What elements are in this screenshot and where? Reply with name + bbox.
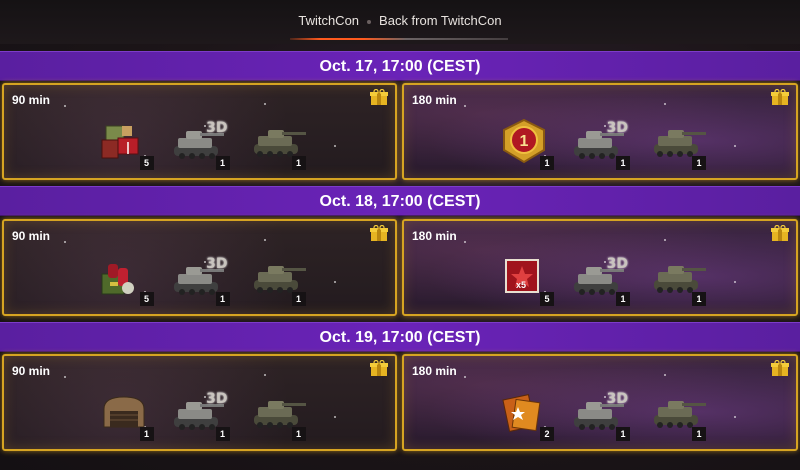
reward-box-icon xyxy=(369,224,389,243)
sparkle-decoration xyxy=(64,241,66,243)
item-count: 1 xyxy=(540,156,554,170)
item-count: 2 xyxy=(540,427,554,441)
reward-item[interactable]: 2 xyxy=(492,389,556,441)
reward-items: 1 1 3D 1 1 xyxy=(404,115,796,173)
style-3d-tag: 3D xyxy=(606,256,628,272)
tab-back-from-twitchcon[interactable]: Back from TwitchCon xyxy=(363,4,508,40)
sparkle-decoration xyxy=(664,239,666,241)
duration-label: 90 min xyxy=(12,364,51,378)
item-count: 1 xyxy=(139,427,154,441)
day-header: Oct. 18, 17:00 (CEST) xyxy=(0,186,800,216)
tab-bar: TwitchCon Back from TwitchCon xyxy=(0,0,800,44)
reward-items: x5 5 3D 1 1 xyxy=(404,251,796,309)
reward-item[interactable]: 3D 1 xyxy=(168,118,232,170)
style-3d-tag: 3D xyxy=(606,391,628,407)
sparkle-decoration xyxy=(264,374,266,376)
item-count: 5 xyxy=(139,292,154,306)
reward-item[interactable]: 1 xyxy=(644,389,708,441)
reward-item[interactable]: 3D 1 xyxy=(568,389,632,441)
sparkle-decoration xyxy=(464,105,466,107)
duration-label: 90 min xyxy=(12,93,51,107)
reward-items: 5 3D 1 1 xyxy=(4,115,395,173)
duration-label: 180 min xyxy=(412,229,457,243)
reward-item[interactable]: 5 xyxy=(92,118,156,170)
item-count: 1 xyxy=(215,427,230,441)
reward-items: 5 3D 1 1 xyxy=(4,251,395,309)
item-count: 1 xyxy=(291,292,306,306)
item-count: 1 xyxy=(215,292,230,306)
sparkle-decoration xyxy=(464,241,466,243)
style-3d-tag: 3D xyxy=(606,120,628,136)
reward-card-180min[interactable]: 180 min 1 1 3D 1 1 xyxy=(402,83,798,180)
sparkle-decoration xyxy=(64,105,66,107)
item-count: 1 xyxy=(692,292,706,306)
reward-item[interactable]: 1 xyxy=(244,118,308,170)
reward-item[interactable]: 11 xyxy=(492,118,556,170)
style-3d-tag: 3D xyxy=(206,391,228,407)
sparkle-decoration xyxy=(664,103,666,105)
item-count: 1 xyxy=(616,292,630,306)
reward-card-90min[interactable]: 90 min 5 3D 1 1 xyxy=(2,83,397,180)
reward-items: 2 3D 1 1 xyxy=(404,386,796,444)
sparkle-decoration xyxy=(664,374,666,376)
reward-item[interactable]: 3D 1 xyxy=(568,118,632,170)
reward-box-icon xyxy=(770,359,790,378)
reward-item[interactable]: 3D 1 xyxy=(568,254,632,306)
reward-item[interactable]: 3D 1 xyxy=(168,389,232,441)
reward-card-90min[interactable]: 90 min 1 3D 1 1 xyxy=(2,354,397,451)
sparkle-decoration xyxy=(464,376,466,378)
reward-item[interactable]: 1 xyxy=(644,254,708,306)
tab-separator xyxy=(367,20,372,24)
reward-card-180min[interactable]: 180 min 2 3D 1 1 xyxy=(402,354,798,451)
duration-label: 90 min xyxy=(12,229,51,243)
item-count: 1 xyxy=(616,156,630,170)
item-count: 5 xyxy=(540,292,554,306)
duration-label: 180 min xyxy=(412,364,457,378)
day-header: Oct. 17, 17:00 (CEST) xyxy=(0,51,800,81)
style-3d-tag: 3D xyxy=(206,120,228,136)
reward-item[interactable]: x5 5 xyxy=(492,254,556,306)
reward-box-icon xyxy=(369,88,389,107)
reward-items: 1 3D 1 1 xyxy=(4,386,395,444)
reward-item[interactable]: 1 xyxy=(644,118,708,170)
reward-item[interactable]: 5 xyxy=(92,254,156,306)
svg-text:1: 1 xyxy=(520,133,529,150)
reward-item[interactable]: 1 xyxy=(244,389,308,441)
sparkle-decoration xyxy=(264,103,266,105)
sparkle-decoration xyxy=(64,376,66,378)
item-count: 1 xyxy=(616,427,630,441)
day-header: Oct. 19, 17:00 (CEST) xyxy=(0,322,800,352)
reward-card-180min[interactable]: 180 min x5 5 3D 1 1 xyxy=(402,219,798,316)
item-count: 1 xyxy=(692,427,706,441)
reward-item[interactable]: 1 xyxy=(244,254,308,306)
item-count: 1 xyxy=(215,156,230,170)
reward-box-icon xyxy=(770,88,790,107)
duration-label: 180 min xyxy=(412,93,457,107)
reward-box-icon xyxy=(369,359,389,378)
reward-card-90min[interactable]: 90 min 5 3D 1 1 xyxy=(2,219,397,316)
reward-item[interactable]: 3D 1 xyxy=(168,254,232,306)
item-count: 1 xyxy=(692,156,706,170)
multiplier-badge: x5 xyxy=(516,280,527,290)
tab-twitchcon[interactable]: TwitchCon xyxy=(290,4,365,40)
style-3d-tag: 3D xyxy=(206,256,228,272)
sparkle-decoration xyxy=(264,239,266,241)
item-count: 1 xyxy=(291,427,306,441)
reward-box-icon xyxy=(770,224,790,243)
reward-item[interactable]: 1 xyxy=(92,389,156,441)
item-count: 5 xyxy=(139,156,154,170)
item-count: 1 xyxy=(291,156,306,170)
